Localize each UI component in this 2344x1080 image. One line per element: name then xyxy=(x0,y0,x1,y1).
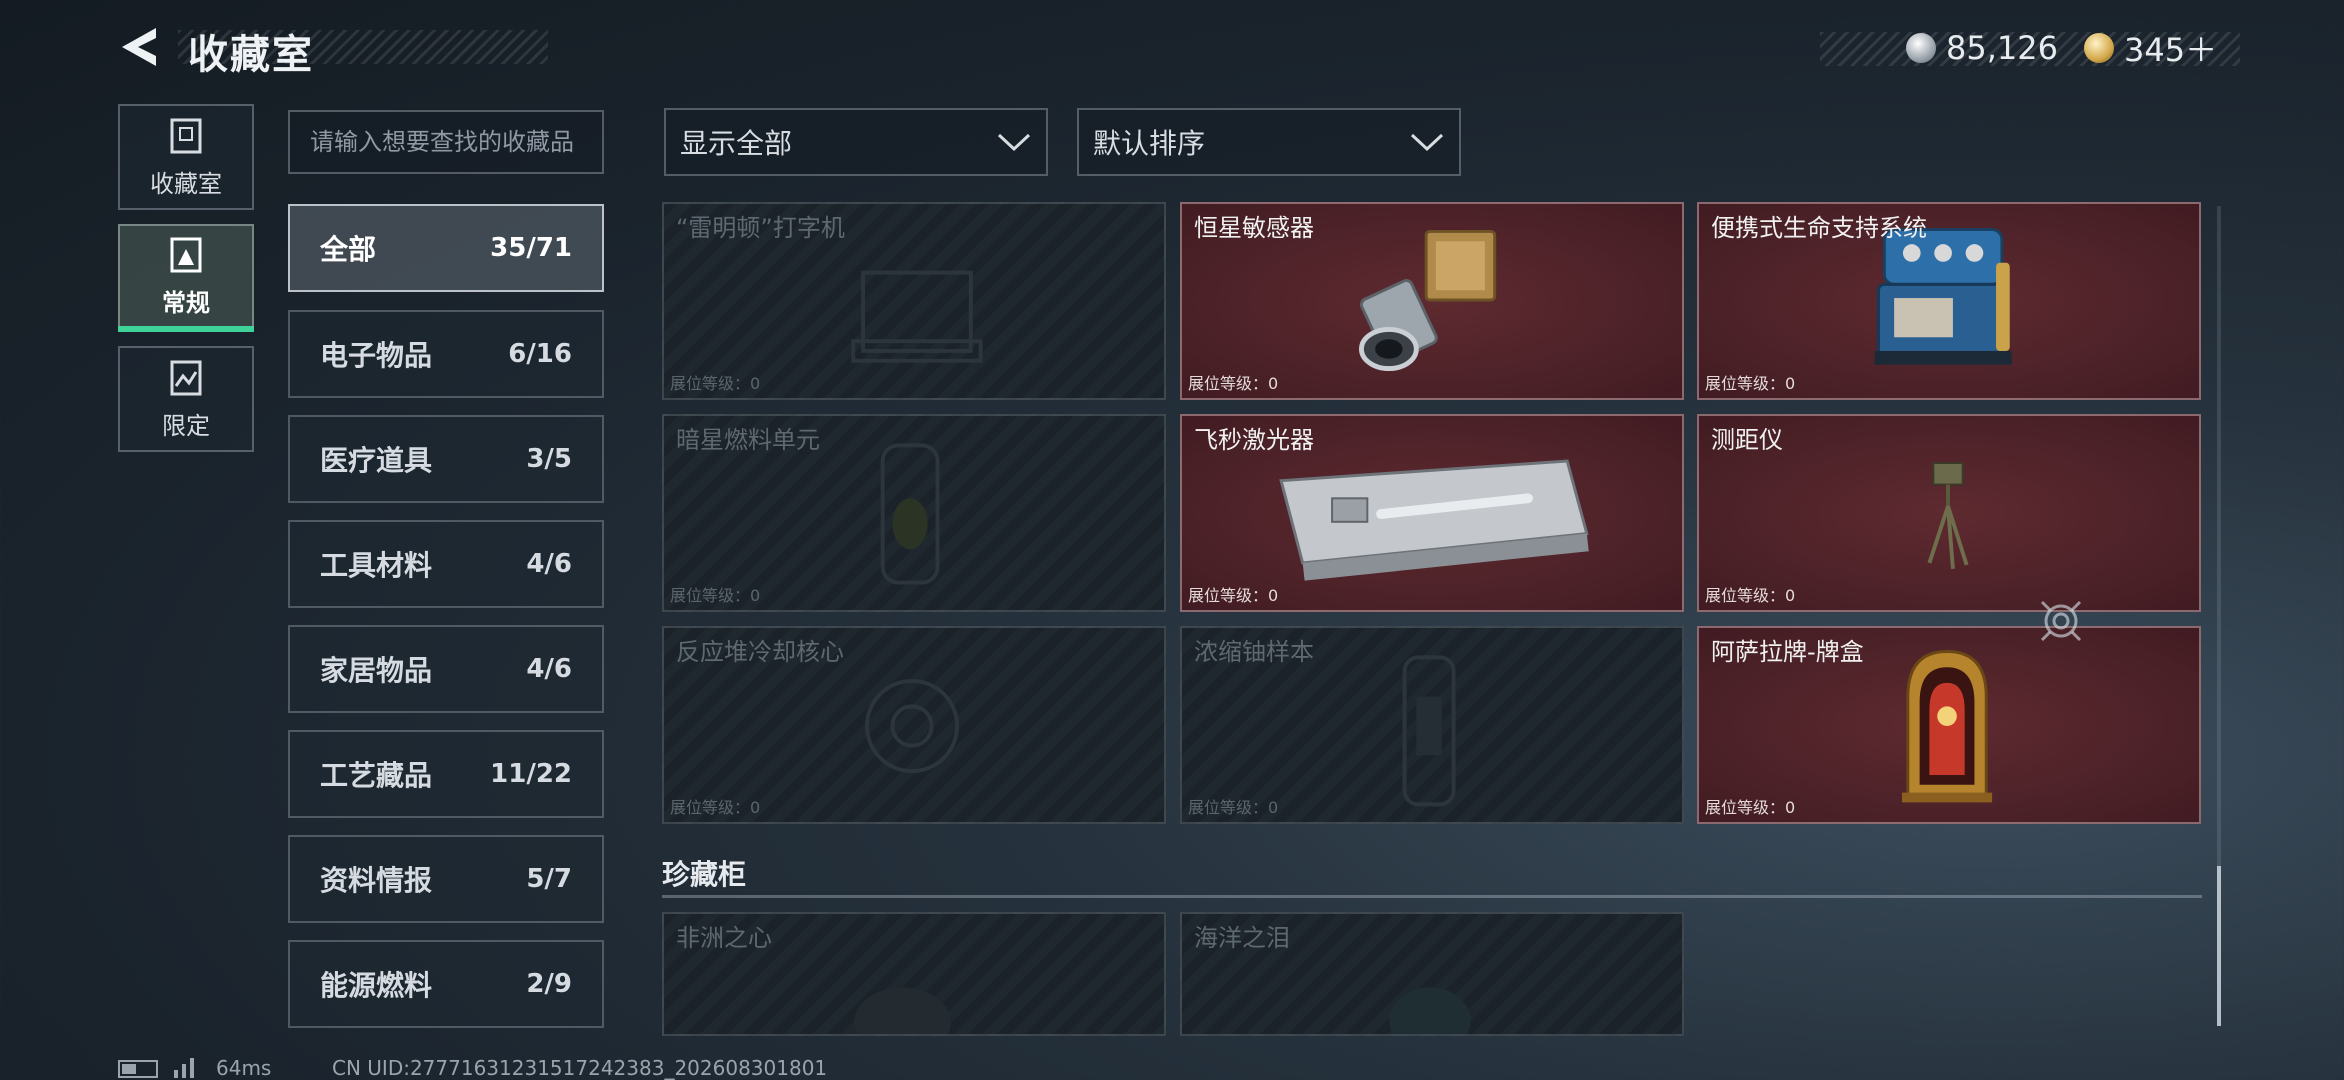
section-title: 珍藏柜 xyxy=(662,858,747,891)
category-name: 资料情报 xyxy=(320,864,433,897)
item-name: 非洲之心 xyxy=(676,924,772,952)
back-button[interactable] xyxy=(116,24,162,70)
category-name: 家居物品 xyxy=(320,654,433,687)
item-tile-life-support[interactable]: 便携式生命支持系统 展位等级：0 xyxy=(1697,202,2201,400)
gold-coin-icon xyxy=(2084,33,2114,63)
item-name: 测距仪 xyxy=(1711,426,1783,454)
item-tile-heart-of-africa[interactable]: 非洲之心 xyxy=(662,912,1166,1036)
filter-dropdown[interactable]: 显示全部 xyxy=(664,108,1048,176)
nav-regular[interactable]: 常规 xyxy=(118,224,254,328)
item-tile-ocean-tear[interactable]: 海洋之泪 xyxy=(1180,912,1684,1036)
limited-icon xyxy=(170,360,202,395)
nav-regular-label: 常规 xyxy=(162,288,210,317)
item-name: 便携式生命支持系统 xyxy=(1711,214,1927,242)
item-level: 展位等级：0 xyxy=(670,586,761,605)
item-name: 暗星燃料单元 xyxy=(676,426,820,454)
nav-collection-room[interactable]: 收藏室 xyxy=(118,104,254,210)
category-name: 电子物品 xyxy=(320,339,433,372)
sort-dropdown[interactable]: 默认排序 xyxy=(1077,108,1461,176)
item-level: 展位等级：0 xyxy=(1188,798,1279,817)
target-reticle-button[interactable] xyxy=(2036,596,2086,650)
item-level: 展位等级：0 xyxy=(1705,586,1796,605)
item-tile-reactor-core[interactable]: 反应堆冷却核心 展位等级：0 xyxy=(662,626,1166,824)
item-tile-rangefinder[interactable]: 测距仪 展位等级：0 xyxy=(1697,414,2201,612)
search-input[interactable] xyxy=(310,128,582,156)
item-name: 海洋之泪 xyxy=(1194,924,1290,952)
collection-room-icon xyxy=(170,118,202,153)
category-count: 35/71 xyxy=(490,233,572,263)
item-level: 展位等级：0 xyxy=(670,798,761,817)
category-name: 能源燃料 xyxy=(320,969,433,1002)
category-count: 4/6 xyxy=(526,549,572,579)
target-reticle-icon xyxy=(2040,600,2082,642)
signal-icon xyxy=(172,1054,202,1080)
category-all[interactable]: 全部 35/71 xyxy=(288,204,604,292)
silver-currency-value: 85,126 xyxy=(1946,29,2058,67)
item-name: 浓缩铀样本 xyxy=(1194,638,1314,666)
scrollbar-thumb[interactable] xyxy=(2217,866,2221,1026)
category-household[interactable]: 家居物品 4/6 xyxy=(288,625,604,713)
battery-icon xyxy=(118,1060,158,1078)
item-level: 展位等级：0 xyxy=(670,374,761,393)
nav-collection-room-label: 收藏室 xyxy=(150,169,222,198)
filter-dropdown-value: 显示全部 xyxy=(680,127,793,160)
back-arrow-icon xyxy=(122,28,156,66)
item-name: 反应堆冷却核心 xyxy=(676,638,844,666)
page-title: 收藏室 xyxy=(188,32,314,78)
search-box[interactable] xyxy=(288,110,604,174)
category-name: 全部 xyxy=(320,233,377,266)
category-name: 工具材料 xyxy=(320,549,433,582)
category-medical[interactable]: 医疗道具 3/5 xyxy=(288,415,604,503)
gold-currency[interactable]: 345＋ xyxy=(2084,28,2218,69)
category-tools[interactable]: 工具材料 4/6 xyxy=(288,520,604,608)
category-electronics[interactable]: 电子物品 6/16 xyxy=(288,310,604,398)
category-count: 5/7 xyxy=(526,864,572,894)
item-tile-star-sensor[interactable]: 恒星敏感器 展位等级：0 xyxy=(1180,202,1684,400)
category-name: 医疗道具 xyxy=(320,444,433,477)
item-tile-asala-card-box[interactable]: 阿萨拉牌-牌盒 展位等级：0 xyxy=(1697,626,2201,824)
nav-limited-label: 限定 xyxy=(162,411,210,440)
category-energy[interactable]: 能源燃料 2/9 xyxy=(288,940,604,1028)
category-count: 6/16 xyxy=(508,339,572,369)
category-crafts[interactable]: 工艺藏品 11/22 xyxy=(288,730,604,818)
item-name: 飞秒激光器 xyxy=(1194,426,1314,454)
item-tile-uranium-sample[interactable]: 浓缩铀样本 展位等级：0 xyxy=(1180,626,1684,824)
silver-coin-icon xyxy=(1906,33,1936,63)
item-tile-femtosecond-laser[interactable]: 飞秒激光器 展位等级：0 xyxy=(1180,414,1684,612)
ping-label: 64ms xyxy=(216,1056,272,1080)
item-level: 展位等级：0 xyxy=(1188,374,1279,393)
nav-active-indicator xyxy=(118,326,254,332)
item-name: 阿萨拉牌-牌盒 xyxy=(1711,638,1864,666)
chevron-down-icon xyxy=(1410,133,1444,152)
nav-limited[interactable]: 限定 xyxy=(118,346,254,452)
item-level: 展位等级：0 xyxy=(1705,798,1796,817)
chevron-down-icon xyxy=(997,133,1031,152)
section-divider xyxy=(662,895,2202,898)
category-name: 工艺藏品 xyxy=(320,759,433,792)
uid-label: CN UID:27771631231517242383_202608301801 xyxy=(332,1056,828,1080)
item-level: 展位等级：0 xyxy=(1188,586,1279,605)
item-tile-darkstar-fuel[interactable]: 暗星燃料单元 展位等级：0 xyxy=(662,414,1166,612)
sort-dropdown-value: 默认排序 xyxy=(1093,127,1206,160)
category-count: 4/6 xyxy=(526,654,572,684)
category-intel[interactable]: 资料情报 5/7 xyxy=(288,835,604,923)
category-count: 2/9 xyxy=(526,969,572,999)
item-tile-typewriter[interactable]: “雷明顿”打字机 展位等级：0 xyxy=(662,202,1166,400)
category-count: 11/22 xyxy=(490,759,572,789)
item-name: “雷明顿”打字机 xyxy=(676,214,845,242)
silver-currency: 85,126 xyxy=(1906,28,2058,68)
item-level: 展位等级：0 xyxy=(1705,374,1796,393)
category-count: 3/5 xyxy=(526,444,572,474)
regular-icon xyxy=(170,237,202,272)
item-name: 恒星敏感器 xyxy=(1194,214,1314,242)
gold-currency-value: 345＋ xyxy=(2124,31,2218,69)
